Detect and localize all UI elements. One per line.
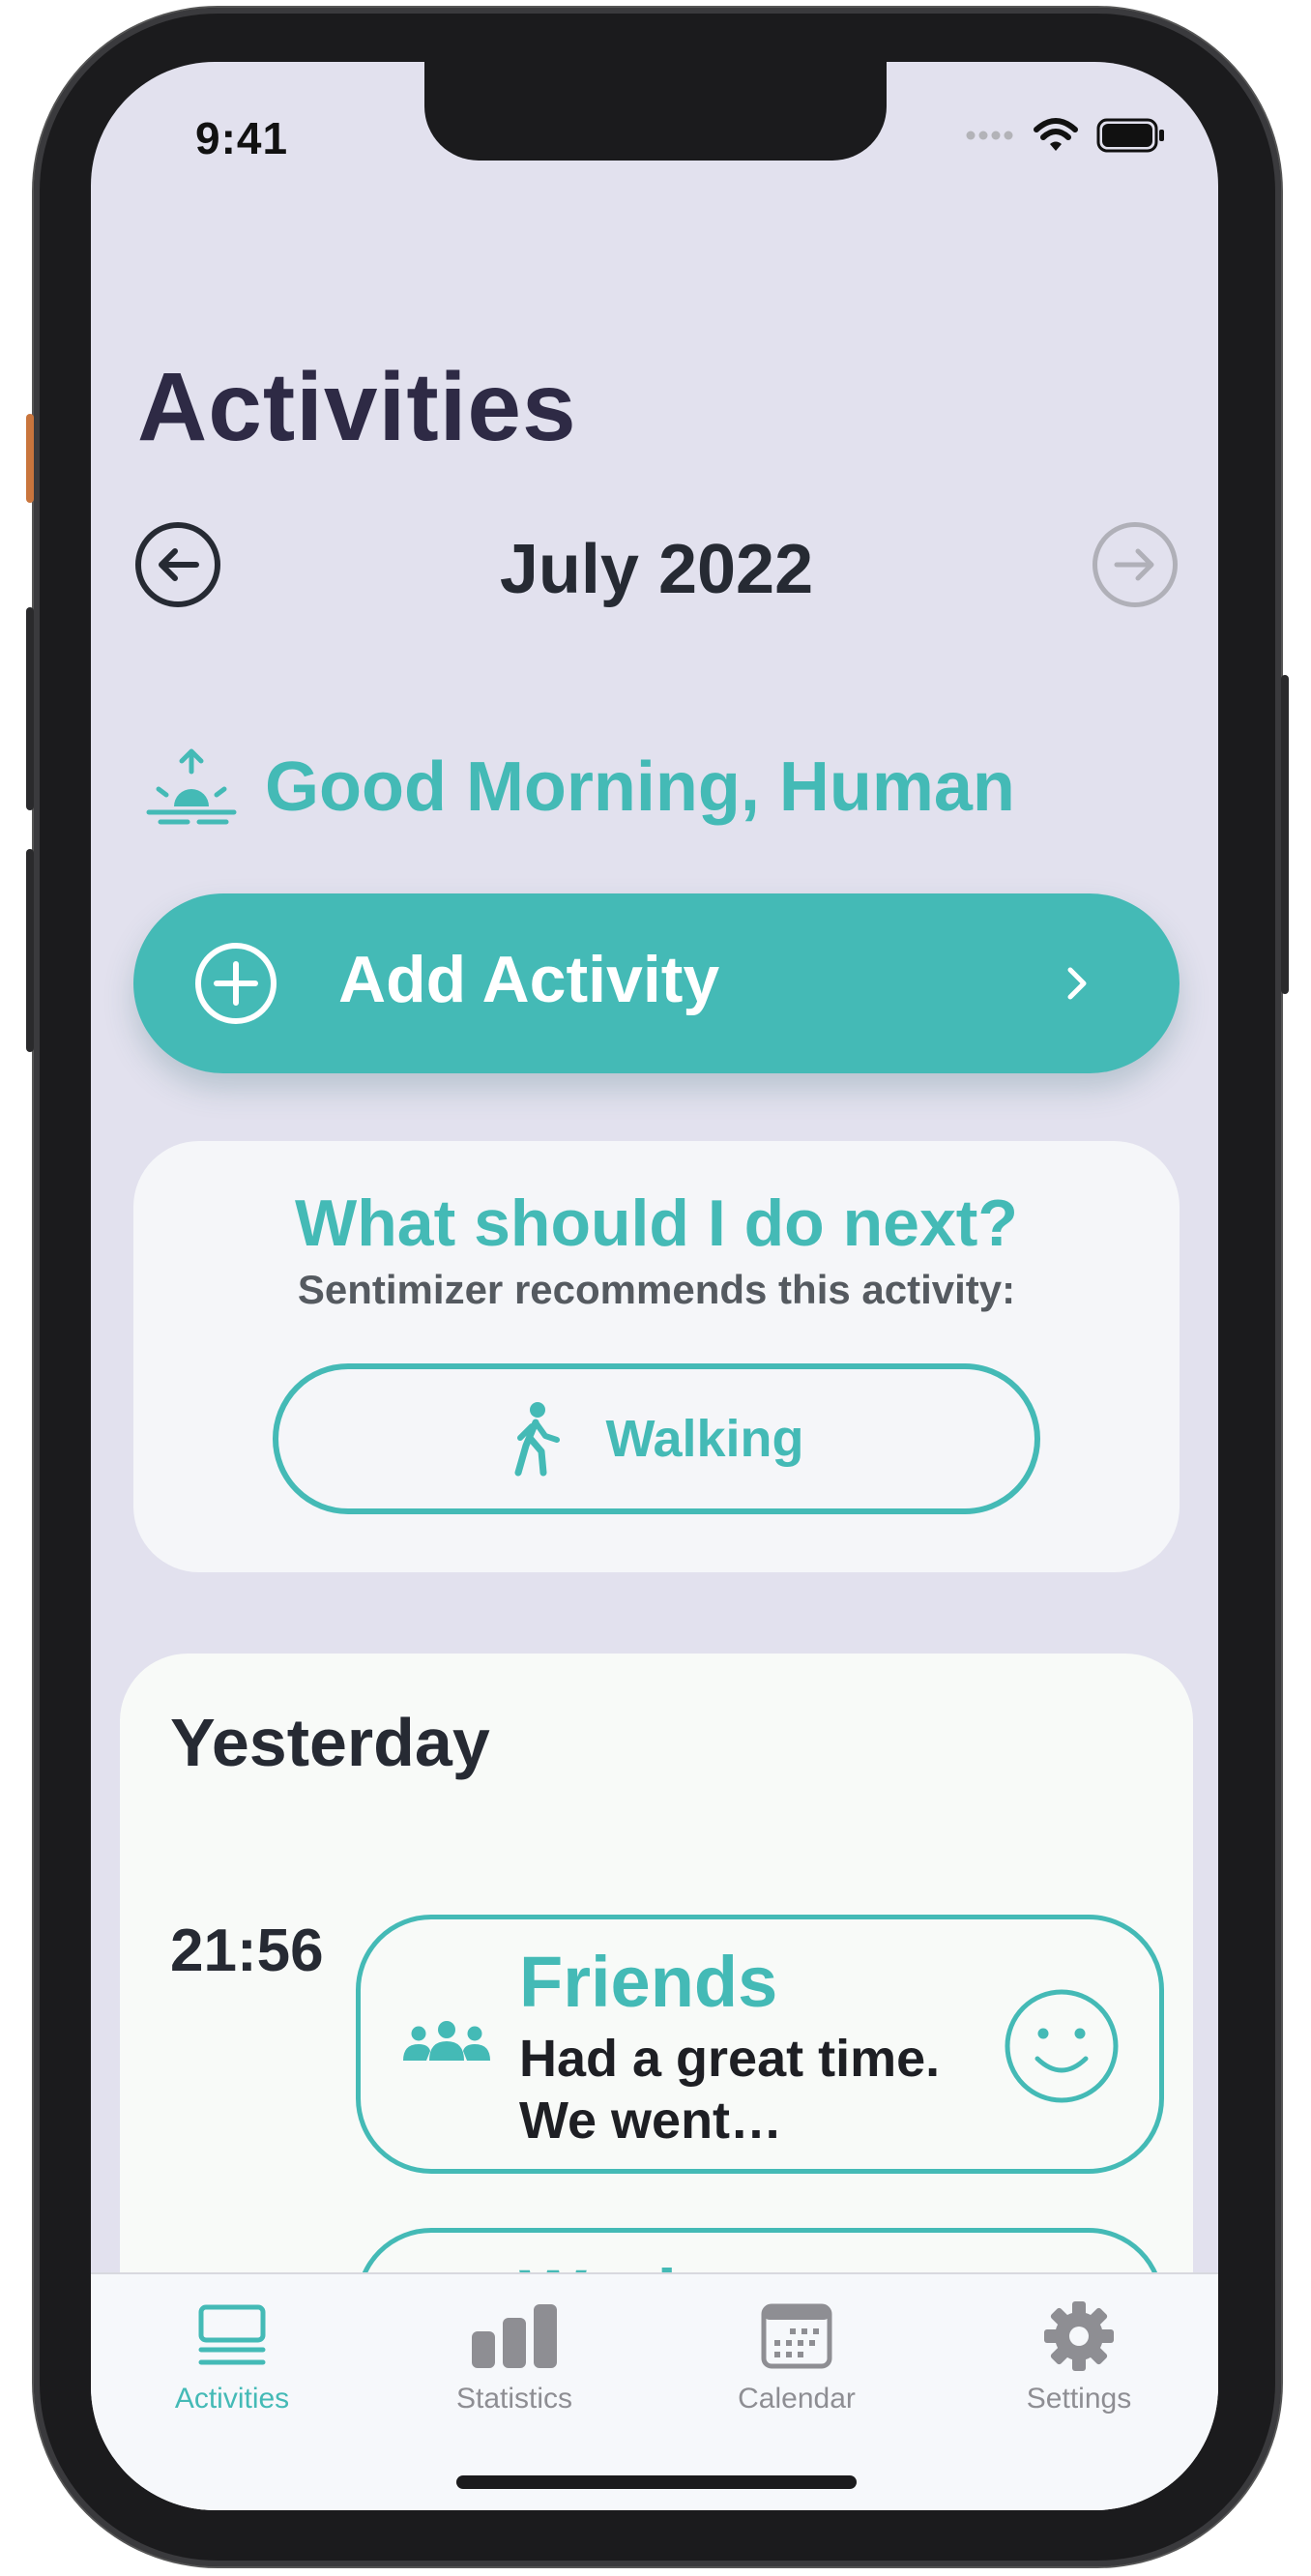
recommendation-subtitle: Sentimizer recommends this activity: xyxy=(297,1267,1016,1312)
month-navigation: July 2022 xyxy=(135,522,1178,611)
notch xyxy=(424,62,887,161)
greeting-text: Good Morning, Human xyxy=(265,748,1015,826)
mute-switch xyxy=(26,414,34,503)
screen: 9:41 Activities July 2022 Good Morning, … xyxy=(91,62,1218,2510)
tab-label: Settings xyxy=(1026,2383,1132,2415)
tab-statistics[interactable]: Statistics xyxy=(373,2298,656,2415)
add-activity-button[interactable]: Add Activity xyxy=(133,893,1180,1073)
add-activity-label: Add Activity xyxy=(338,943,720,1016)
calendar-icon xyxy=(761,2303,832,2369)
tab-label: Activities xyxy=(174,2383,290,2415)
smile-icon xyxy=(1005,1989,1119,2103)
bar-chart-icon xyxy=(472,2304,557,2368)
list-icon xyxy=(198,2304,266,2365)
walking-icon xyxy=(514,1402,561,1477)
battery-icon xyxy=(1096,118,1164,153)
greeting: Good Morning, Human xyxy=(145,739,1015,835)
tab-label: Statistics xyxy=(455,2383,573,2415)
signal-icon xyxy=(966,131,1013,140)
month-label: July 2022 xyxy=(499,531,814,608)
volume-down-button xyxy=(26,849,34,1052)
next-month-button[interactable] xyxy=(1092,522,1178,607)
arrow-right-icon xyxy=(1114,548,1154,581)
tab-settings[interactable]: Settings xyxy=(938,2298,1218,2415)
activity-entry[interactable]: Friends Had a great time. We went… xyxy=(356,1915,1164,2174)
page-title: Activities xyxy=(137,353,577,461)
tab-calendar[interactable]: Calendar xyxy=(656,2298,938,2415)
volume-up-button xyxy=(26,607,34,810)
entry-note: Had a great time. We went… xyxy=(519,2030,941,2150)
plus-circle-icon xyxy=(195,943,277,1024)
gear-icon xyxy=(1044,2301,1114,2371)
entry-time: 21:56 xyxy=(170,1917,324,1984)
status-time: 9:41 xyxy=(195,113,289,163)
tab-activities[interactable]: Activities xyxy=(91,2298,373,2415)
day-section-title: Yesterday xyxy=(170,1705,490,1780)
recommended-activity-button[interactable]: Walking xyxy=(273,1363,1040,1514)
status-icons xyxy=(965,116,1166,155)
power-button xyxy=(1281,675,1289,994)
recommendation-title: What should I do next? xyxy=(295,1186,1018,1260)
chevron-right-icon xyxy=(1067,967,1087,1000)
recommended-activity-label: Walking xyxy=(605,1410,804,1468)
entry-category: Friends xyxy=(519,1942,778,2022)
sunrise-icon xyxy=(146,748,237,825)
tab-label: Calendar xyxy=(738,2383,856,2415)
people-icon xyxy=(403,2021,490,2061)
wifi-icon xyxy=(1034,118,1078,151)
recommendation-card: What should I do next? Sentimizer recomm… xyxy=(133,1141,1180,1572)
home-indicator[interactable] xyxy=(456,2475,857,2489)
